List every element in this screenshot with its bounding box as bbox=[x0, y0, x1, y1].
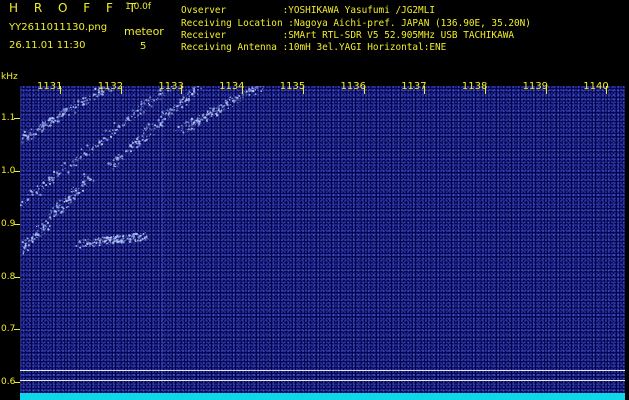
reference-line-upper bbox=[20, 370, 625, 371]
info-observer: Ovserver :YOSHIKAWA Yasufumi /JG2MLI bbox=[181, 5, 435, 16]
spectrogram-marks bbox=[20, 86, 265, 386]
x-tick-label: 1136 bbox=[340, 81, 366, 92]
info-receiver: Receiver :SMArt RTL-SDR V5 52.905MHz USB… bbox=[181, 30, 515, 41]
y-axis-label: kHz bbox=[1, 72, 18, 82]
info-antenna: Receiving Antenna :10mH 3el.YAGI Horizon… bbox=[181, 42, 447, 53]
x-tick-label: 1134 bbox=[219, 81, 245, 92]
meteor-trace bbox=[20, 86, 174, 207]
x-tick-label: 1132 bbox=[97, 81, 124, 92]
y-tick-label: 1.1 bbox=[1, 112, 16, 123]
app-name: H R O F F T bbox=[9, 1, 143, 15]
observation-category: meteor bbox=[124, 25, 164, 38]
x-tick-label: 1131 bbox=[37, 81, 63, 92]
timestamp: 26.11.01 11:30 bbox=[9, 40, 86, 51]
file-name: YY2611011130.png bbox=[9, 22, 108, 33]
y-tick-label: 0.6 bbox=[1, 377, 16, 388]
x-tick-label: 1133 bbox=[158, 81, 184, 92]
meteor-trace bbox=[75, 232, 149, 249]
meteor-trace bbox=[20, 86, 113, 144]
x-tick-label: 1137 bbox=[401, 81, 427, 92]
observation-count: 5 bbox=[140, 41, 147, 52]
x-tick-label: 1140 bbox=[583, 81, 609, 92]
y-tick-label: 0.7 bbox=[1, 324, 16, 335]
y-tick-label: 1.0 bbox=[1, 165, 16, 176]
signal-level-strip bbox=[20, 393, 625, 400]
info-location: Receiving Location :Nagoya Aichi-pref. J… bbox=[181, 18, 531, 29]
x-tick-label: 1139 bbox=[522, 81, 549, 92]
reference-line-lower bbox=[20, 380, 625, 381]
y-tick-label: 0.9 bbox=[1, 218, 16, 229]
header-panel: H R O F F T 1.0.0f YY2611011130.png 26.1… bbox=[0, 0, 629, 82]
y-tick-label: 0.8 bbox=[1, 271, 16, 282]
meteor-trace bbox=[107, 86, 202, 170]
app-version: 1.0.0f bbox=[125, 2, 152, 12]
x-tick-label: 1138 bbox=[461, 81, 488, 92]
x-tick-label: 1135 bbox=[279, 81, 306, 92]
